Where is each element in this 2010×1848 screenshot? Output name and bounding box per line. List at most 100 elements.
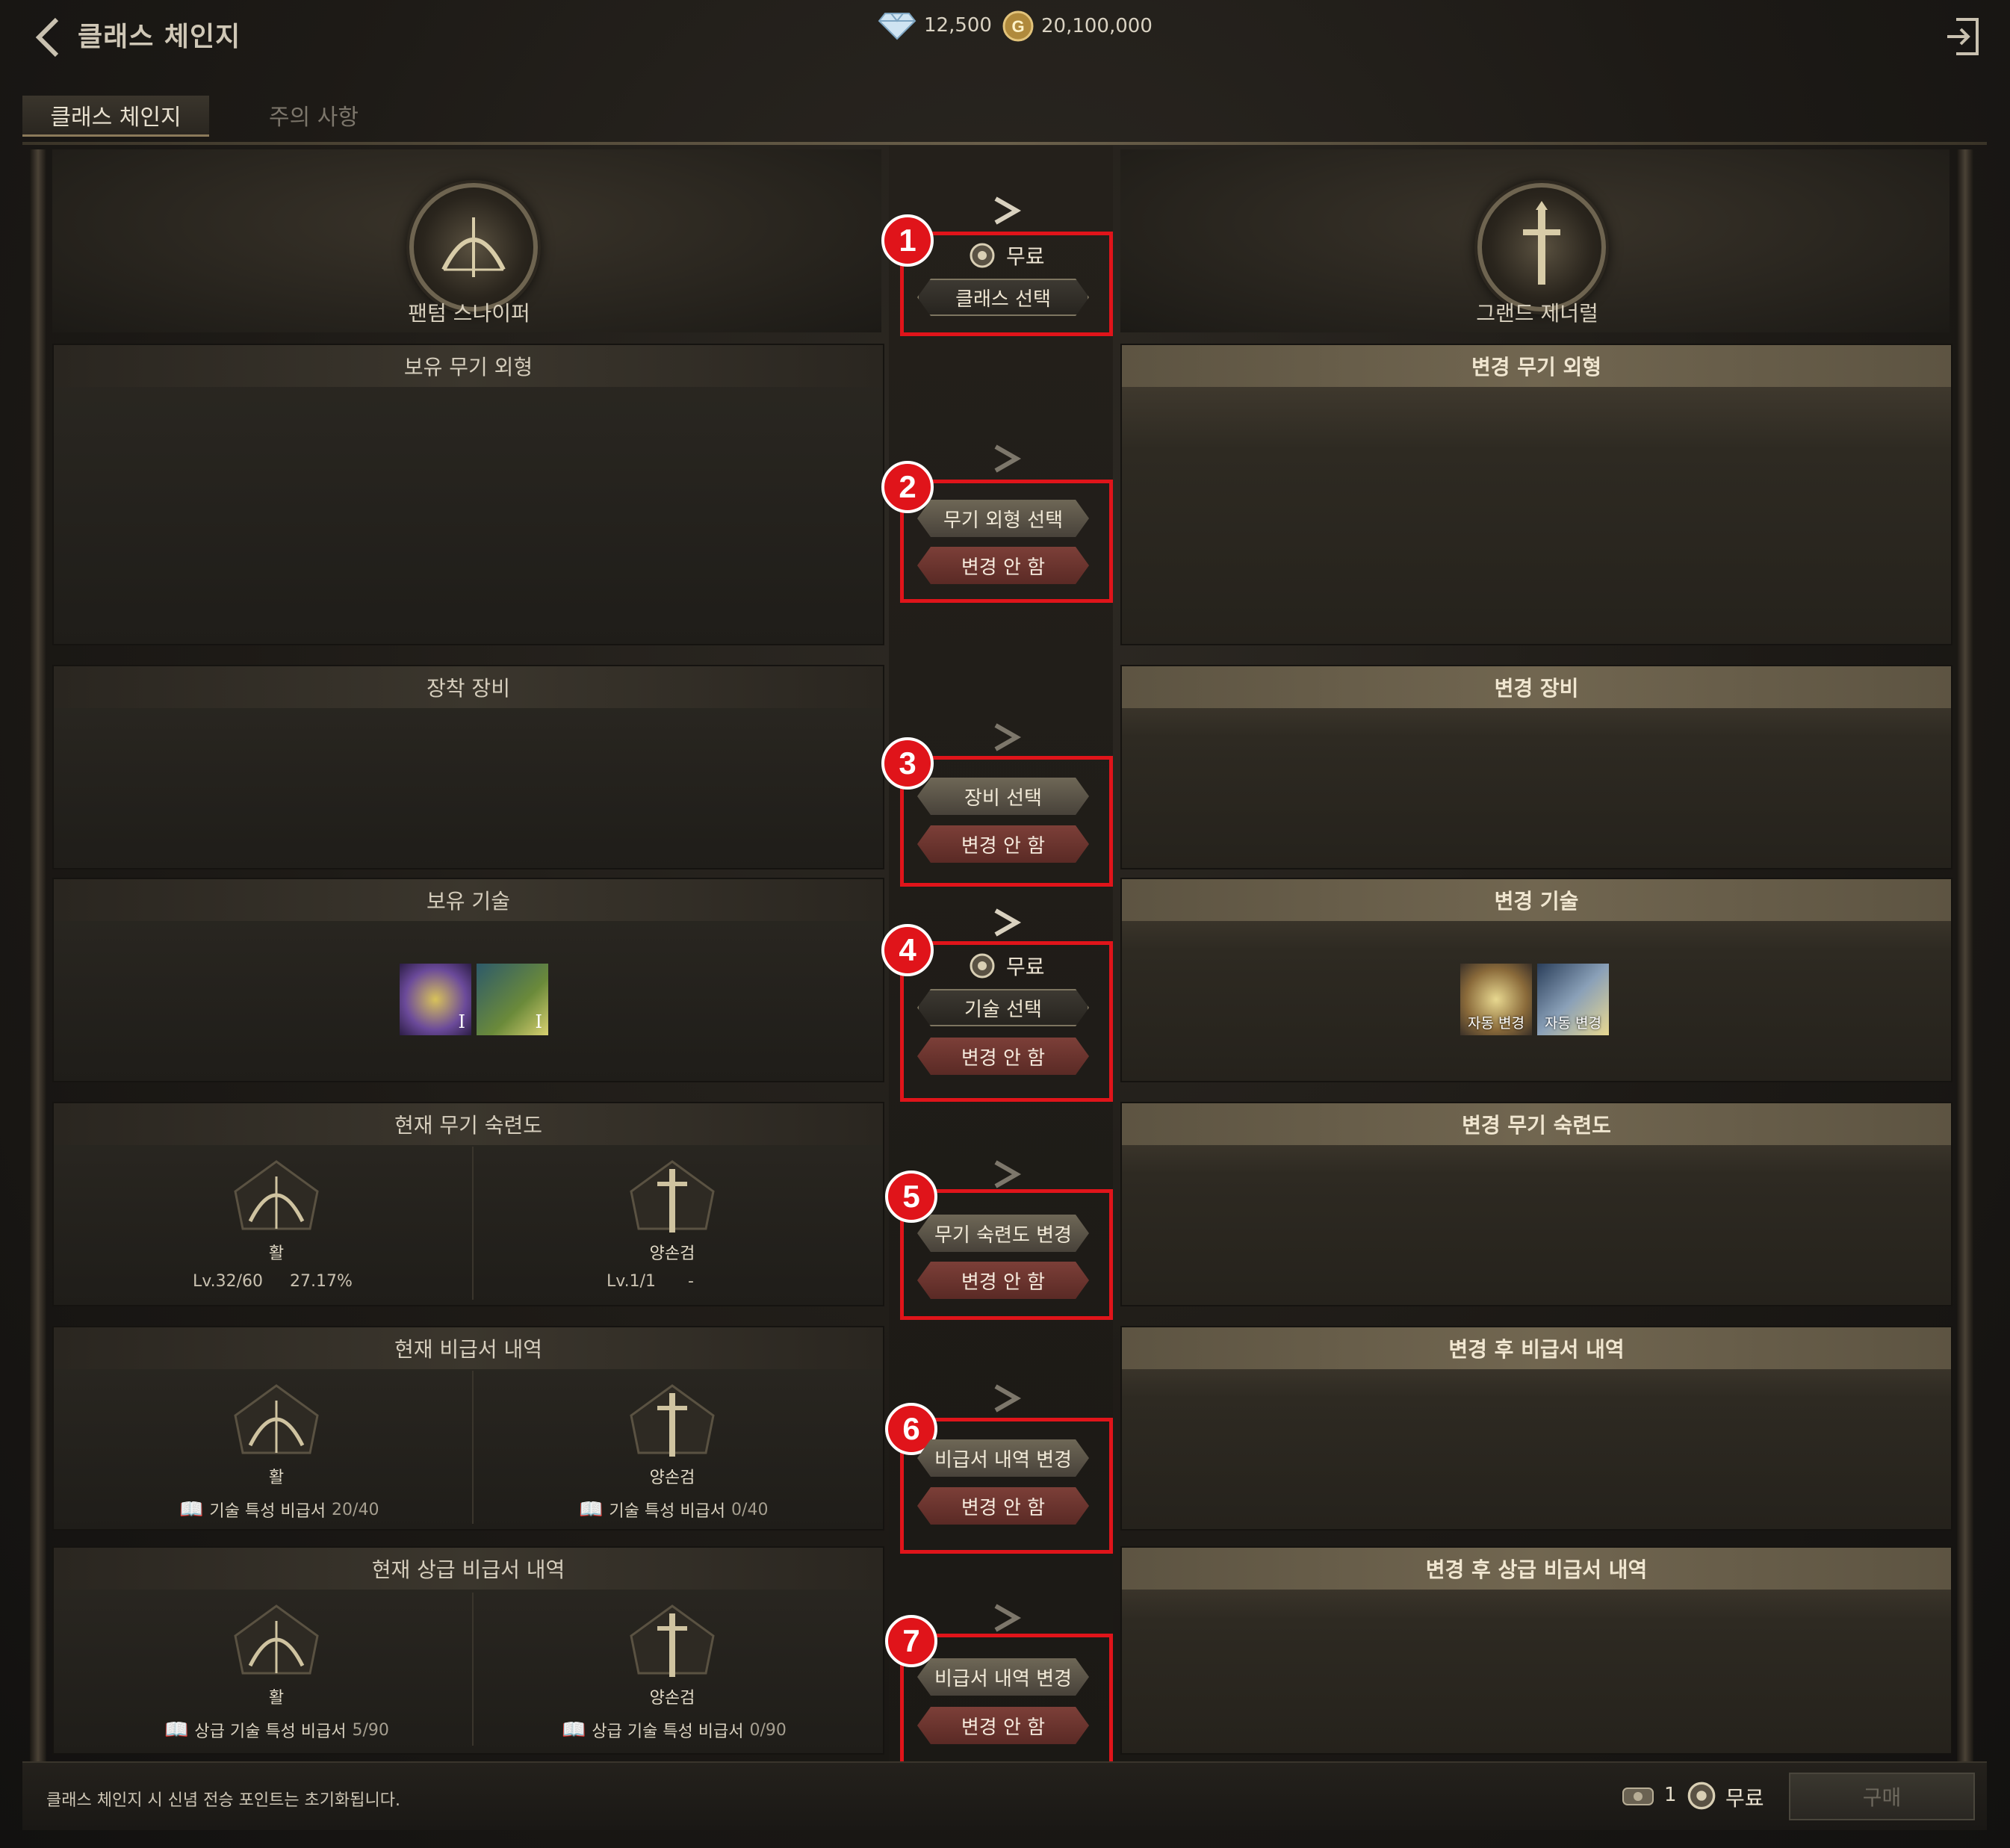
bow-weapon-name: 활 [268, 1244, 285, 1263]
class-select-button[interactable]: 클래스 선택 [917, 279, 1089, 316]
greatsword-mastery-icon [630, 1160, 715, 1232]
bow-book-emblem-icon [234, 1384, 319, 1454]
upper-books-current-title: 현재 상급 비급서 내역 [54, 1548, 883, 1590]
mastery-current-panel: 현재 무기 숙련도 [52, 1102, 884, 1306]
sword-skill-icon[interactable]: 자동 변경 [1460, 964, 1532, 1035]
skill-no-change-button[interactable]: 변경 안 함 [917, 1038, 1089, 1075]
equipment-highlight [900, 756, 1113, 887]
step-number-5: 5 [885, 1170, 937, 1223]
books-current-title: 현재 비급서 내역 [54, 1327, 883, 1369]
book-icon: 📖 [562, 1719, 586, 1741]
bow-mastery-icon [234, 1160, 319, 1230]
equipment-target-title: 변경 장비 [1122, 666, 1951, 708]
skills-target-panel: 변경 기술 [1120, 878, 1952, 1082]
equipment-target-panel: 변경 장비 [1120, 665, 1952, 869]
free-coin-icon [970, 243, 995, 268]
step-number-3: 3 [881, 737, 934, 790]
step-number-7: 7 [885, 1615, 937, 1667]
chevron-right-icon [994, 723, 1022, 751]
weapon-look-highlight [900, 480, 1113, 603]
weapon-look-target-panel: 변경 무기 외형 [1120, 344, 1952, 645]
gold-currency: G 20,100,000 [1002, 10, 1153, 42]
mastery-no-change-button[interactable]: 변경 안 함 [917, 1262, 1089, 1299]
tab-notice[interactable]: 주의 사항 [246, 96, 381, 134]
sword-emblem-icon [1523, 201, 1560, 285]
book-name: 상급 기술 특성 비급서 [592, 1723, 744, 1741]
books-no-change-button[interactable]: 변경 안 함 [917, 1487, 1089, 1525]
right-pillar [1957, 149, 1973, 1763]
gold-coin-icon: G [1002, 10, 1034, 42]
greatsword-mastery-percent: - [688, 1272, 694, 1291]
books-change-button[interactable]: 비급서 내역 변경 [917, 1439, 1089, 1477]
bow-upper-book-weapon-name: 활 [268, 1689, 285, 1708]
chevron-right-icon [994, 1160, 1022, 1188]
bow-book-weapon-name: 활 [268, 1469, 285, 1487]
auto-change-label: 자동 변경 [1468, 1015, 1524, 1032]
target-class-name: 그랜드 제너럴 [1476, 301, 1598, 326]
bow-upper-book-emblem-icon [234, 1604, 319, 1675]
chevron-right-icon [994, 908, 1022, 937]
upper-books-no-change-button[interactable]: 변경 안 함 [917, 1707, 1089, 1744]
price-coin-icon [1687, 1782, 1716, 1810]
greatsword-book-weapon-name: 양손검 [649, 1469, 695, 1487]
auto-change-label: 자동 변경 [1545, 1015, 1601, 1032]
books-divider [472, 1371, 474, 1524]
upper-books-change-button[interactable]: 비급서 내역 변경 [917, 1658, 1089, 1696]
book-name: 상급 기술 특성 비급서 [194, 1723, 347, 1741]
mastery-target-title: 변경 무기 숙련도 [1122, 1103, 1951, 1145]
bow-book-info: 📖 기술 특성 비급서 20/40 [179, 1498, 379, 1522]
weapon-look-select-button[interactable]: 무기 외형 선택 [917, 500, 1089, 537]
chevron-right-icon [994, 444, 1022, 473]
buy-button[interactable]: 구매 [1789, 1773, 1975, 1820]
footer-notice: 클래스 체인지 시 신념 전승 포인트는 초기화됩니다. [46, 1791, 400, 1810]
step-number-4: 4 [881, 924, 934, 976]
greatsword-upper-book-info: 📖 상급 기술 특성 비급서 0/90 [562, 1718, 787, 1742]
mastery-target-panel: 변경 무기 숙련도 [1120, 1102, 1952, 1306]
ticket-count: 1 [1664, 1784, 1677, 1806]
current-class-name: 팬텀 스나이퍼 [408, 301, 530, 326]
books-target-title: 변경 후 비급서 내역 [1122, 1327, 1951, 1369]
skill-price: 무료 [969, 951, 1045, 981]
upper-books-target-panel: 변경 후 상급 비급서 내역 [1120, 1546, 1952, 1755]
gold-amount: 20,100,000 [1041, 15, 1153, 37]
weapon-look-no-change-button[interactable]: 변경 안 함 [917, 547, 1089, 584]
weapon-look-current-panel: 보유 무기 외형 [52, 344, 884, 645]
current-class-emblem [409, 183, 538, 311]
book-name: 기술 특성 비급서 [609, 1502, 726, 1521]
free-label: 무료 [1006, 244, 1045, 269]
arrow-skill-icon[interactable]: I [477, 964, 548, 1035]
equipment-current-title: 장착 장비 [54, 666, 883, 708]
chevron-right-icon [994, 196, 1022, 225]
bow-mastery-percent: 27.17% [290, 1272, 353, 1291]
greatsword-mastery-level: Lv.1/1 [607, 1272, 656, 1291]
equipment-current-panel: 장착 장비 [52, 665, 884, 869]
blade-skill-icon[interactable]: 자동 변경 [1537, 964, 1609, 1035]
skill-level-badge: I [458, 1011, 465, 1032]
step-number-1: 1 [881, 214, 934, 267]
tab-class-change[interactable]: 클래스 체인지 [22, 96, 209, 137]
exit-icon[interactable] [1946, 16, 1980, 57]
skill-select-button[interactable]: 기술 선택 [917, 989, 1089, 1026]
books-target-panel: 변경 후 비급서 내역 [1120, 1326, 1952, 1531]
book-count: 0/90 [749, 1720, 787, 1740]
class-price: 무료 [969, 241, 1045, 270]
page-title: 클래스 체인지 [78, 22, 241, 52]
back-arrow-icon[interactable] [30, 15, 67, 60]
skill-level-badge: I [535, 1011, 542, 1032]
upper-books-target-title: 변경 후 상급 비급서 내역 [1122, 1548, 1951, 1590]
weapon-look-target-title: 변경 무기 외형 [1122, 345, 1951, 387]
book-icon: 📖 [179, 1498, 204, 1521]
equipment-no-change-button[interactable]: 변경 안 함 [917, 825, 1089, 863]
price-label: 무료 [1725, 1786, 1764, 1811]
greatsword-upper-book-emblem-icon [630, 1604, 715, 1677]
eye-skill-icon[interactable]: I [400, 964, 471, 1035]
mastery-current-title: 현재 무기 숙련도 [54, 1103, 883, 1145]
greatsword-weapon-name: 양손검 [649, 1244, 695, 1263]
equipment-select-button[interactable]: 장비 선택 [917, 778, 1089, 815]
diamond-currency: 12,500 [878, 10, 992, 40]
skills-current-title: 보유 기술 [54, 879, 883, 921]
free-label: 무료 [1006, 955, 1045, 979]
upper-books-divider [472, 1593, 474, 1746]
mastery-change-button[interactable]: 무기 숙련도 변경 [917, 1215, 1089, 1252]
chevron-right-icon [994, 1604, 1022, 1632]
